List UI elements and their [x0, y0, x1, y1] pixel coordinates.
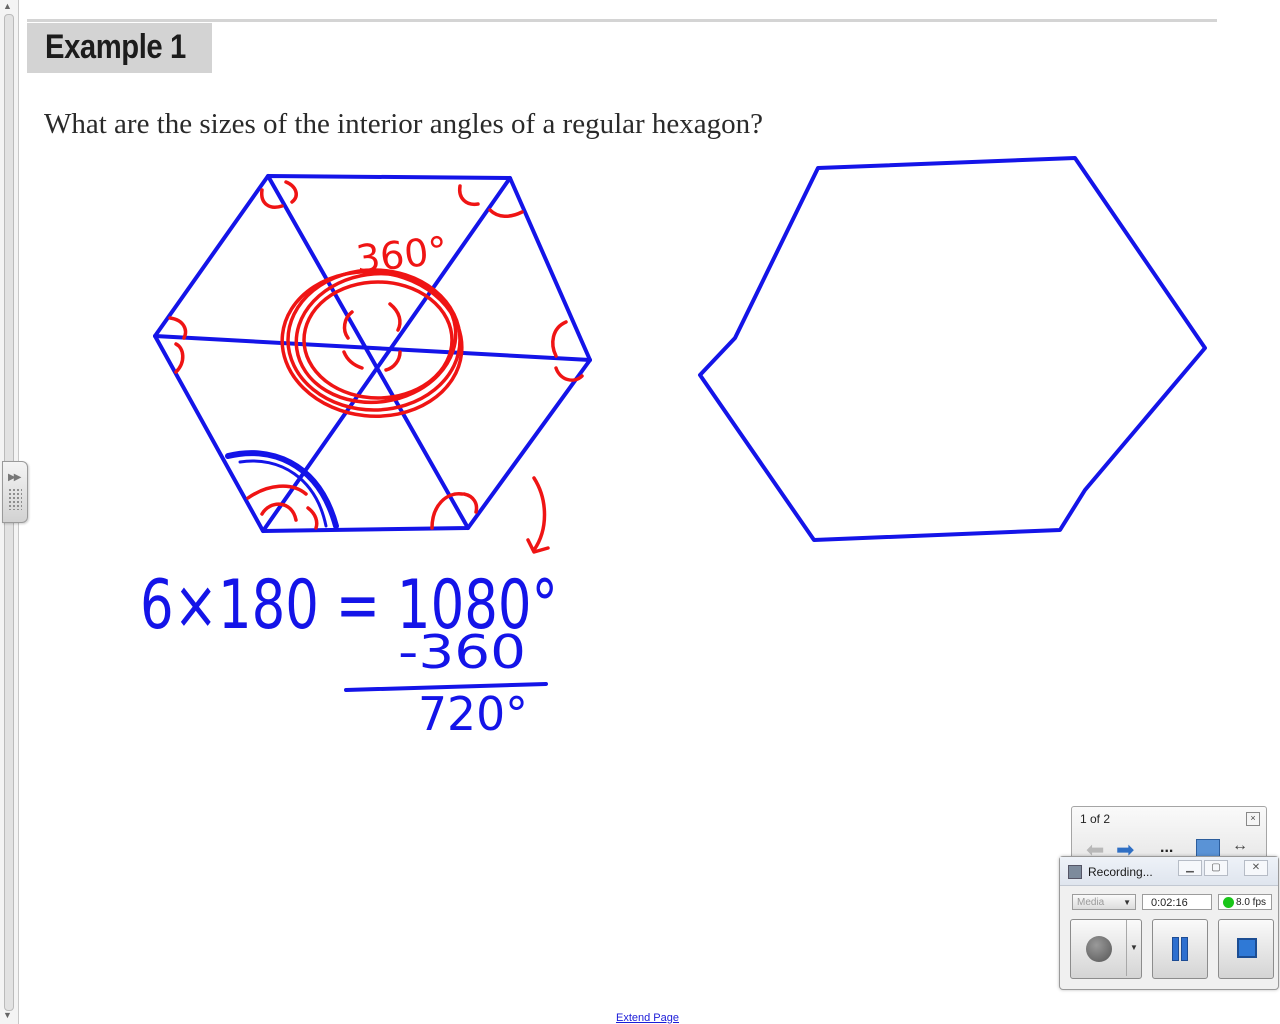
- close-icon[interactable]: ×: [1246, 812, 1260, 826]
- elapsed-time: 0:02:16: [1142, 894, 1212, 910]
- recorder-titlebar[interactable]: Recording... ▁ ▢ ✕: [1060, 857, 1278, 886]
- red-corner-arc-bottom-left: [246, 484, 308, 500]
- red-center-arc-2: [388, 302, 402, 332]
- recorder-app-icon: [1068, 865, 1082, 879]
- media-select-value: Media: [1077, 897, 1105, 908]
- red-corner-arc-bottom-right-2: [462, 492, 479, 514]
- red-pointer-arrow: [526, 476, 550, 554]
- media-select-dropdown[interactable]: Media ▼: [1072, 894, 1136, 910]
- page-indicator: 1 of 2: [1080, 812, 1111, 826]
- red-corner-arc-top-left-2: [284, 180, 298, 204]
- recorder-window: Recording... ▁ ▢ ✕ Media ▼ 0:02:16 8.0 f…: [1059, 856, 1279, 990]
- status-light-icon: [1223, 897, 1234, 908]
- pause-button[interactable]: [1152, 919, 1208, 979]
- calc-result: 720°: [418, 687, 528, 741]
- red-center-arc-3: [342, 350, 364, 370]
- recorder-title: Recording...: [1088, 865, 1153, 879]
- red-corner-arc-left-2: [174, 342, 185, 374]
- stop-button[interactable]: [1218, 919, 1274, 979]
- fps-value: 8.0 fps: [1236, 897, 1267, 908]
- red-corner-arc-bottom-left-3: [306, 506, 319, 530]
- blue-angle-arc: [225, 450, 339, 529]
- fps-indicator: 8.0 fps: [1218, 894, 1272, 910]
- hexagon-left-outline: [153, 174, 592, 533]
- hexagon-right-outline: [698, 156, 1207, 542]
- record-options-dropdown[interactable]: ▼: [1126, 920, 1141, 976]
- extend-page-link[interactable]: Extend Page: [616, 1012, 679, 1024]
- red-corner-arc-top-right: [457, 184, 480, 207]
- red-corner-arc-top-right-2: [488, 208, 524, 218]
- chevron-down-icon: ▼: [1123, 898, 1131, 907]
- minimize-icon[interactable]: ▁: [1178, 860, 1202, 876]
- more-options-button[interactable]: ...: [1160, 839, 1173, 857]
- restore-icon[interactable]: ▢: [1204, 860, 1228, 876]
- red-corner-arc-right: [551, 320, 568, 358]
- close-window-icon[interactable]: ✕: [1244, 860, 1268, 876]
- record-icon: [1086, 936, 1112, 962]
- red-center-circle-4: [302, 280, 454, 400]
- double-arrow-icon[interactable]: ↔: [1232, 837, 1248, 855]
- calc-line-2: -360: [398, 625, 526, 679]
- angle-360-label: 360°: [354, 228, 450, 281]
- stop-icon: [1237, 938, 1257, 958]
- pause-icon: [1171, 937, 1189, 961]
- record-button[interactable]: ▼: [1070, 919, 1142, 979]
- screen-capture-icon[interactable]: [1196, 839, 1220, 857]
